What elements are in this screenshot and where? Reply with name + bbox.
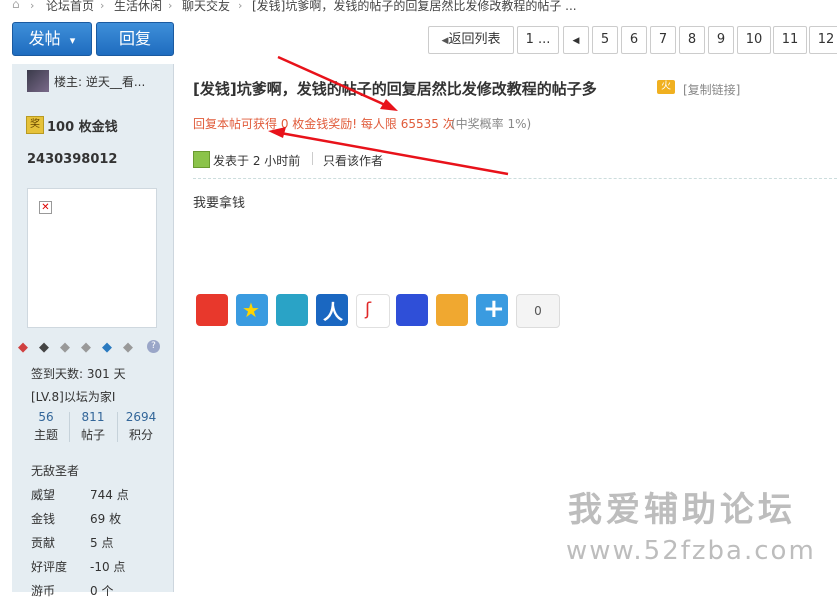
arrowhead-icon <box>380 99 398 111</box>
arrow-line <box>277 55 393 110</box>
arrow-line <box>274 130 509 176</box>
arrowhead-icon <box>268 127 286 138</box>
annotation-arrows <box>268 55 509 176</box>
